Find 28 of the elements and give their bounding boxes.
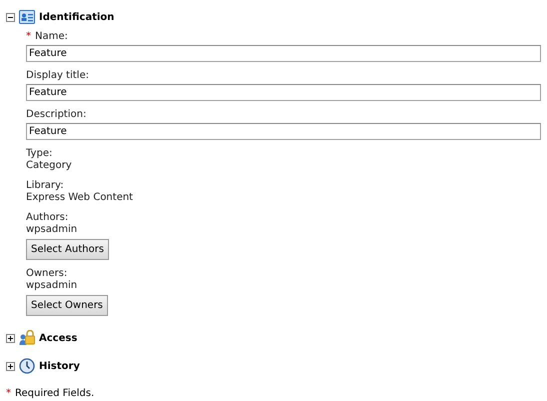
field-value: Category [26,160,73,172]
field-value: wpsadmin [26,224,78,236]
select-button[interactable]: Select Owners [26,295,108,316]
section-title: History [39,360,80,372]
field-value: Express Web Content [26,192,134,204]
field-label: Type: [26,148,54,160]
expand-toggle[interactable] [6,334,15,342]
required-note: * Required Fields. [6,388,96,399]
field-label: Library: [26,180,65,192]
text-field[interactable]: Feature [26,45,541,62]
field-label: Authors: [26,212,70,224]
field-label: * Name: [26,31,69,43]
plus-icon [7,334,14,342]
text-field[interactable]: Feature [26,123,541,140]
plus-icon [7,362,14,370]
field-label: Owners: [26,268,68,280]
clock-icon [19,358,35,374]
collapse-toggle[interactable] [6,12,15,22]
field-label: Description: [26,109,88,121]
field-value: wpsadmin [26,280,78,292]
select-button[interactable]: Select Authors [26,239,109,260]
field-label: Display title: [26,70,90,82]
section-title: Identification [39,12,114,22]
section-title: Access [39,332,78,344]
id-card-icon [19,10,35,24]
user-lock-icon [19,330,35,346]
text-field[interactable]: Feature [26,84,541,101]
expand-toggle[interactable] [6,362,15,370]
